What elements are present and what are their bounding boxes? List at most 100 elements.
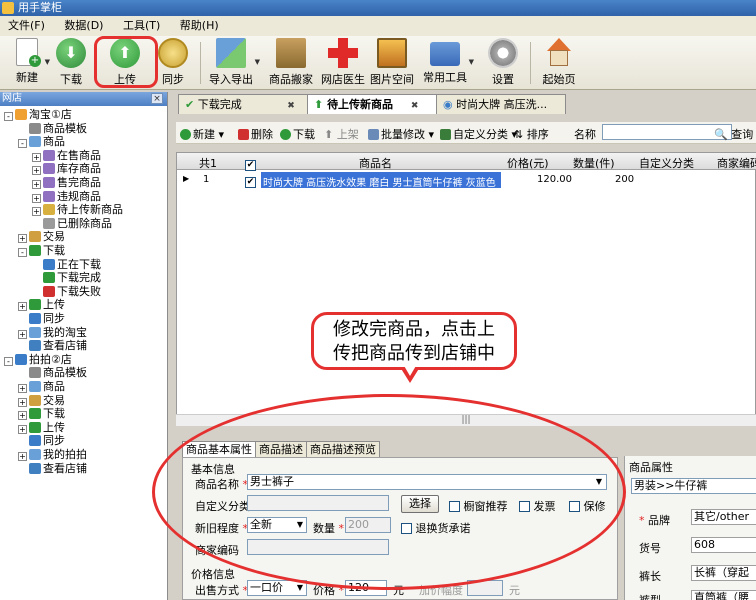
tree-node-icon	[43, 163, 55, 175]
home-button[interactable]: 起始页	[534, 38, 584, 88]
sidebar-tree-item[interactable]: + 我的拍拍	[18, 448, 87, 462]
tree-toggle-icon[interactable]: +	[32, 193, 41, 203]
sort-button[interactable]: ⇅ 排序	[514, 126, 549, 142]
sidebar-tree-item[interactable]: 正在下载	[32, 258, 101, 272]
tab-download-complete[interactable]: ✔ 下载完成 ✖	[178, 94, 308, 114]
tree-node-icon	[29, 421, 41, 433]
tree-node-label: 违规商品	[57, 189, 101, 203]
category-path-select[interactable]: 男装>>牛仔裤	[631, 478, 756, 494]
tree-toggle-icon[interactable]: +	[32, 180, 41, 189]
sidebar-tree-item[interactable]: + 我的淘宝	[18, 326, 87, 340]
batch-edit-button[interactable]: 批量修改 ▾	[368, 126, 434, 142]
sidebar-tree-item[interactable]: + 违规商品	[32, 190, 101, 204]
row-checkbox[interactable]: ✔	[245, 174, 256, 188]
menu-data[interactable]: 数据(D)	[56, 16, 111, 36]
tree-toggle-icon	[18, 464, 27, 473]
sidebar-tree-item[interactable]: 查看店铺	[18, 339, 87, 353]
hand-truck-icon	[276, 38, 306, 68]
tab-product-detail[interactable]: ◉ 时尚大牌 高压洗...	[436, 94, 566, 114]
sidebar-tree-item[interactable]: 同步	[18, 312, 65, 326]
sidebar-tree-item[interactable]: 商品模板	[18, 122, 87, 136]
tree-node-label: 下载完成	[57, 271, 101, 285]
tab-close-icon[interactable]: ✖	[411, 101, 419, 111]
tree-toggle-icon[interactable]: +	[18, 234, 27, 244]
grid-delete-button[interactable]: 删除	[238, 126, 273, 142]
col-merchant-code[interactable]: 商家编码	[717, 155, 756, 171]
table-row[interactable]: ▶ 1 ✔ 时尚大牌 高压洗水效果 磨白 男士直筒牛仔裤 灰蓝色 120.00 …	[177, 172, 756, 189]
tree-toggle-icon[interactable]: -	[18, 248, 27, 257]
settings-button[interactable]: 设置	[478, 38, 528, 88]
sidebar-tree-item[interactable]: + 待上传新商品	[32, 203, 123, 217]
tree-toggle-icon[interactable]: +	[32, 207, 41, 217]
tree-toggle-icon[interactable]: +	[18, 397, 27, 407]
name-search-input[interactable]	[602, 124, 732, 140]
menu-file[interactable]: 文件(F)	[0, 16, 53, 36]
download-small-icon	[280, 129, 291, 140]
sidebar-tree-item[interactable]: 查看店铺	[18, 462, 87, 476]
custom-category-button[interactable]: 自定义分类 ▾	[440, 126, 517, 142]
menu-tools[interactable]: 工具(T)	[115, 16, 168, 36]
col-custom-category[interactable]: 自定义分类	[639, 155, 694, 171]
common-tools-button[interactable]: 常用工具 ▼	[420, 38, 474, 88]
pants-type-input[interactable]: 直筒裤（腰	[691, 590, 756, 600]
shop-doctor-button[interactable]: 网店医生	[318, 38, 368, 88]
sidebar-tree-item[interactable]: + 交易	[18, 394, 65, 408]
new-button[interactable]: + 新建 ▼	[2, 38, 52, 88]
tree-toggle-icon[interactable]: -	[18, 139, 27, 149]
menu-help[interactable]: 帮助(H)	[172, 16, 227, 36]
sidebar-tree-item[interactable]: + 下载	[18, 407, 65, 421]
search-button[interactable]: 🔍 查询	[714, 126, 753, 142]
tree-toggle-icon[interactable]: +	[18, 329, 27, 339]
item-number-input[interactable]: 608	[691, 537, 756, 553]
tree-toggle-icon[interactable]: +	[18, 384, 27, 393]
sidebar-tree-item[interactable]: + 商品	[18, 380, 65, 394]
sidebar-tree-item[interactable]: - 商品	[18, 135, 65, 149]
tree-toggle-icon[interactable]: +	[32, 152, 41, 162]
import-export-button[interactable]: 导入导出 ▼	[206, 38, 260, 88]
grid-download-button[interactable]: 下载	[280, 126, 315, 142]
sidebar-tree-item[interactable]: + 上传	[18, 421, 65, 435]
tree-toggle-icon[interactable]: +	[18, 411, 27, 421]
sidebar-tree-item[interactable]: 已删除商品	[32, 217, 112, 231]
tree-toggle-icon[interactable]: +	[18, 302, 27, 312]
header-checkbox[interactable]: ✔	[245, 155, 256, 171]
tree-toggle-icon	[32, 260, 41, 269]
common-tools-dropdown-icon[interactable]: ▼	[469, 58, 474, 66]
tree-toggle-icon[interactable]: -	[4, 112, 13, 121]
sidebar-tree-item[interactable]: - 拍拍②店	[4, 353, 72, 367]
tree-node-label: 查看店铺	[43, 461, 87, 475]
image-space-button[interactable]: 图片空间	[367, 38, 417, 88]
sidebar-tree-item[interactable]: + 上传	[18, 298, 65, 312]
sidebar-tree-item[interactable]: 下载失败	[32, 285, 101, 299]
sidebar-tree-item[interactable]: + 交易	[18, 230, 65, 244]
tree-toggle-icon[interactable]: +	[18, 452, 27, 461]
sidebar-tree-item[interactable]: 商品模板	[18, 366, 87, 380]
col-price[interactable]: 价格(元)	[507, 155, 549, 171]
grid-new-button[interactable]: 新建 ▾	[180, 126, 224, 142]
sidebar-tree-item[interactable]: + 在售商品	[32, 149, 101, 163]
sidebar-tree-item[interactable]: + 售完商品	[32, 176, 101, 190]
grid-list-button[interactable]: ⬆ 上架	[324, 126, 359, 142]
sidebar-tree-item[interactable]: - 下载	[18, 244, 65, 258]
tab-pending-upload[interactable]: ⬆ 待上传新商品 ✖	[307, 94, 437, 114]
brand-input[interactable]: 其它/other	[691, 509, 756, 525]
tree-toggle-icon[interactable]: +	[18, 424, 27, 434]
col-product-name[interactable]: 商品名	[359, 155, 392, 171]
tree-toggle-icon[interactable]: -	[4, 356, 13, 366]
sidebar-tree-item[interactable]: - 淘宝①店	[4, 108, 72, 122]
move-goods-button[interactable]: 商品搬家	[266, 38, 316, 88]
import-export-dropdown-icon[interactable]: ▼	[255, 58, 260, 66]
col-quantity[interactable]: 数量(件)	[573, 155, 615, 171]
markup-unit: 元	[509, 584, 520, 597]
download-button[interactable]: ⬇ 下载	[46, 38, 96, 88]
sidebar-tree-item[interactable]: 下载完成	[32, 271, 101, 285]
sidebar-tree-item[interactable]: + 库存商品	[32, 162, 101, 176]
sidebar-close-icon[interactable]: ×	[151, 93, 163, 104]
pants-length-input[interactable]: 长裤（穿起	[691, 565, 756, 581]
sidebar-tree-item[interactable]: 同步	[18, 434, 65, 448]
tab-close-icon[interactable]: ✖	[287, 101, 295, 111]
pants-type-label: 裤型	[639, 592, 661, 600]
brand-label: * 品牌	[639, 514, 670, 527]
tree-node-label: 同步	[43, 312, 65, 325]
tree-toggle-icon[interactable]: +	[32, 166, 41, 176]
